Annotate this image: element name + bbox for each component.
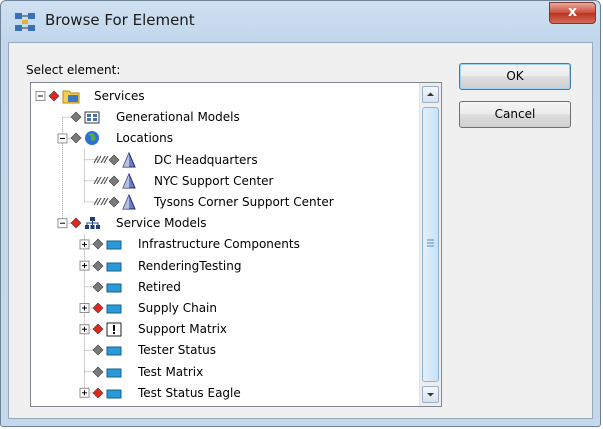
select-element-label: Select element: (26, 63, 121, 77)
tree-node[interactable]: Tysons Corner Support Center (92, 192, 334, 212)
tree-node[interactable]: DC Headquarters (92, 150, 258, 170)
expand-toggle-icon[interactable] (79, 303, 90, 313)
tree-node[interactable]: Supply Chain (92, 298, 217, 318)
tree-node[interactable]: Test Status Eagle (92, 383, 241, 403)
tree-node-label: Infrastructure Components (138, 237, 300, 252)
tree-node-label: NYC Support Center (154, 173, 274, 188)
model-icon (106, 346, 122, 356)
tree-node[interactable]: Generational Models (70, 107, 240, 127)
scrollbar-thumb[interactable] (422, 107, 439, 382)
expand-toggle-icon[interactable] (79, 239, 90, 250)
gray-status-diamond-icon (92, 344, 104, 356)
collapse-toggle-icon[interactable] (35, 91, 46, 101)
tree-node[interactable]: Tester Status (92, 340, 216, 360)
cancel-button[interactable]: Cancel (459, 101, 571, 128)
broken-link-icon (93, 155, 109, 163)
tree-node[interactable]: RenderingTesting (92, 256, 241, 276)
red-status-diamond-icon (70, 217, 82, 229)
red-status-diamond-icon (48, 90, 60, 102)
location-triangle-icon (122, 172, 136, 189)
element-tree[interactable]: Services Generational Models Locations DC H… (30, 82, 442, 407)
tree-node-label: Generational Models (116, 110, 240, 125)
model-icon (106, 262, 122, 272)
broken-link-icon (93, 176, 109, 185)
model-icon (106, 389, 122, 399)
model-icon (106, 368, 122, 378)
tree-node-label: Tysons Corner Support Center (154, 195, 334, 209)
title-bar[interactable]: Browse For Element x (1, 1, 602, 43)
tree-node[interactable]: Locations (70, 128, 173, 148)
window-title: Browse For Element (45, 11, 195, 29)
gray-status-diamond-icon (92, 260, 104, 272)
tree-node-label: Supply Chain (138, 301, 217, 315)
tree-root-node[interactable]: Services (48, 86, 145, 106)
tree-node-label: Tester Status (138, 343, 216, 358)
location-triangle-icon (122, 193, 136, 210)
collapse-toggle-icon[interactable] (57, 133, 68, 144)
gray-status-diamond-icon (92, 238, 104, 250)
thumb-grip-icon (427, 239, 434, 247)
tree-node-label: Services (94, 89, 145, 103)
gray-status-diamond-icon (70, 132, 82, 144)
gray-status-diamond-icon (108, 196, 120, 208)
tree-node-label: Service Models (116, 216, 207, 231)
expand-toggle-icon[interactable] (79, 324, 90, 335)
tree-node[interactable]: Test Matrix (92, 362, 203, 382)
tree-node[interactable]: NYC Support Center (92, 171, 273, 191)
gray-status-diamond-icon (70, 111, 82, 123)
tree-node-label: Locations (116, 131, 174, 146)
tree-node[interactable]: Retired (92, 277, 181, 297)
broken-link-icon (93, 197, 109, 206)
model-icon (106, 304, 122, 314)
tree-node[interactable]: Infrastructure Components (92, 234, 300, 254)
scroll-up-button[interactable] (422, 86, 439, 103)
tree-node[interactable]: Service Models (70, 213, 206, 233)
collapse-toggle-icon[interactable] (57, 218, 68, 229)
globe-icon (85, 131, 99, 146)
location-triangle-icon (122, 151, 136, 168)
scroll-down-arrow-icon (427, 393, 434, 397)
red-status-diamond-icon (92, 387, 104, 399)
gray-status-diamond-icon (108, 154, 120, 166)
gray-status-diamond-icon (92, 281, 104, 293)
table-icon (84, 111, 100, 124)
red-status-diamond-icon (92, 323, 104, 335)
expand-toggle-icon[interactable] (79, 260, 90, 271)
model-icon (106, 283, 122, 293)
vertical-scrollbar[interactable] (419, 83, 441, 406)
tree-node-label: RenderingTesting (138, 258, 242, 273)
scroll-down-button[interactable] (422, 386, 439, 403)
scroll-up-arrow-icon (427, 92, 434, 96)
tree-node[interactable]: Support Matrix (92, 319, 227, 339)
tree-node-label: Test Matrix (138, 364, 204, 379)
app-icon (15, 13, 35, 31)
gray-status-diamond-icon (108, 175, 120, 187)
model-icon (106, 240, 122, 250)
close-button[interactable]: x (549, 2, 596, 24)
hierarchy-icon (85, 217, 100, 230)
ok-button[interactable]: OK (459, 63, 571, 90)
red-status-diamond-icon (92, 302, 104, 314)
tree-node-label: Support Matrix (138, 322, 228, 337)
services-folder-icon (62, 90, 80, 104)
tree-node-label: Retired (138, 279, 181, 294)
alert-box-icon (106, 322, 122, 337)
expand-toggle-icon[interactable] (79, 387, 90, 398)
tree-node-label: Test Status Eagle (138, 385, 241, 400)
tree-node-label: DC Headquarters (154, 152, 258, 167)
gray-status-diamond-icon (92, 366, 104, 378)
